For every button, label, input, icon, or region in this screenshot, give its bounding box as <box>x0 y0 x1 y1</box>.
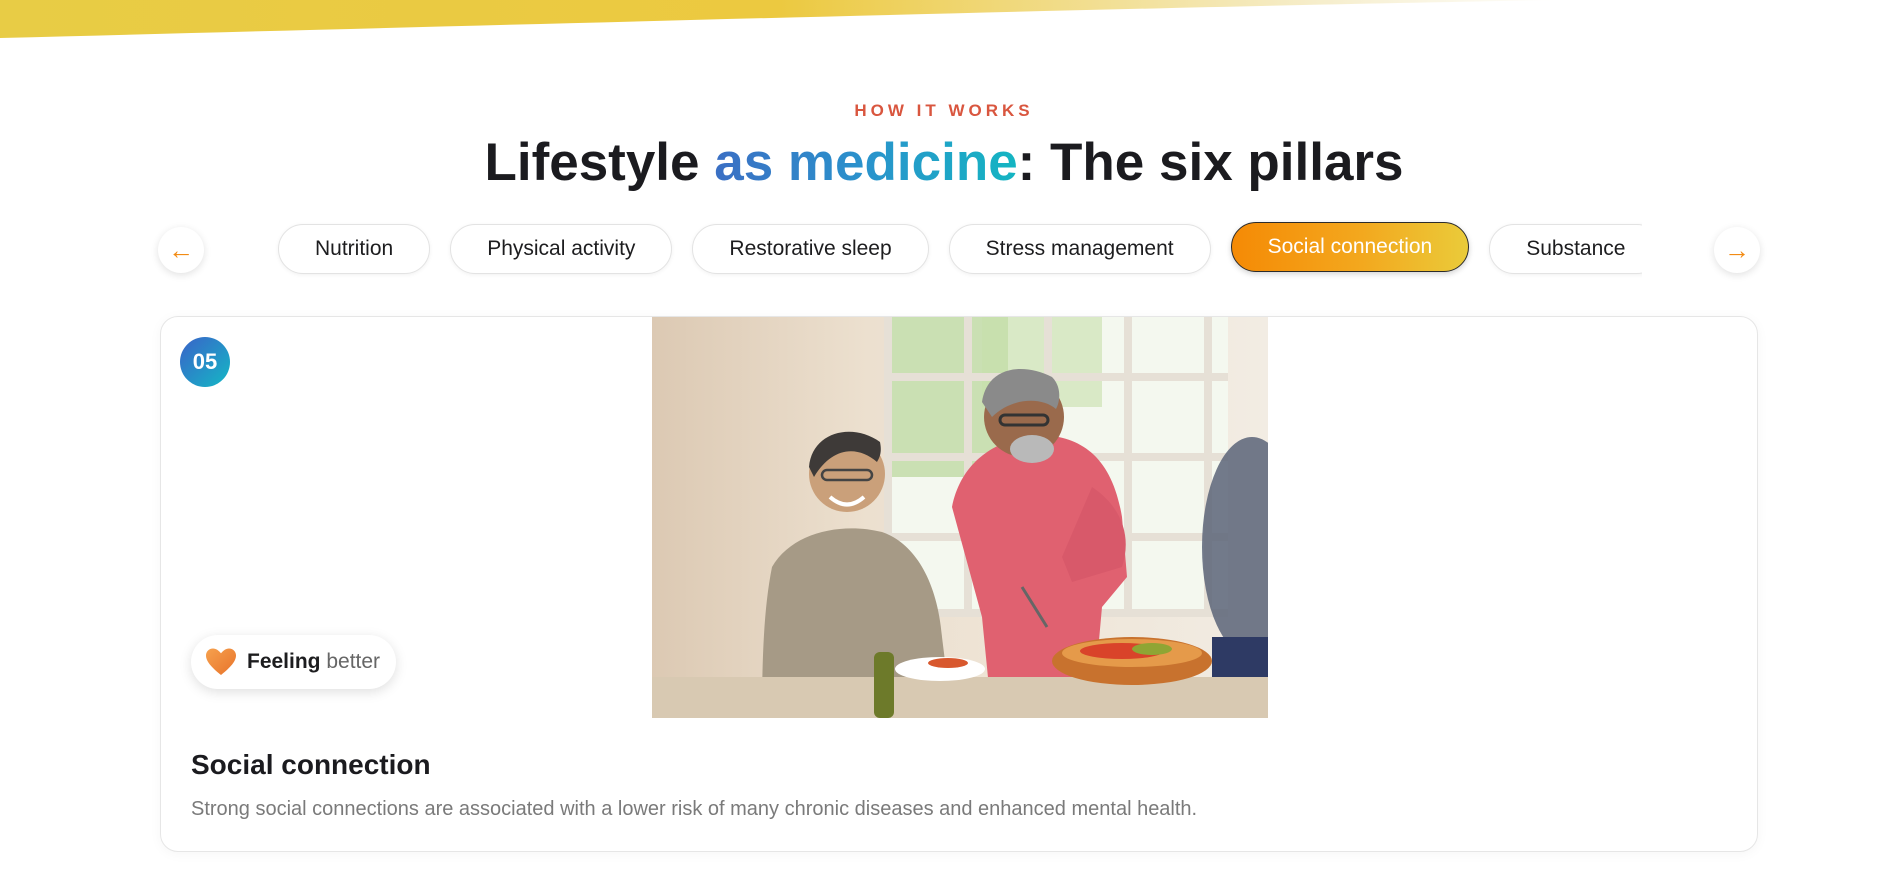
tab-physical-activity[interactable]: Physical activity <box>450 224 673 274</box>
next-arrow-button[interactable]: → <box>1714 227 1760 273</box>
top-decorative-swoosh <box>0 0 1560 38</box>
pillar-tabs: Nutrition Physical activity Restorative … <box>270 220 1642 278</box>
heading-suffix: : The six pillars <box>1017 133 1404 192</box>
prev-arrow-button[interactable]: ← <box>158 227 204 273</box>
section-heading: Lifestyle as medicine: The six pillars <box>0 130 1888 196</box>
arrow-left-icon: ← <box>168 234 194 265</box>
tab-substance[interactable]: Substance <box>1489 224 1642 274</box>
pillar-tabs-viewport: Nutrition Physical activity Restorative … <box>270 220 1642 280</box>
tab-social-connection[interactable]: Social connection <box>1230 222 1470 272</box>
card-description: Strong social connections are associated… <box>191 798 1198 820</box>
badge-strong-text: Feeling <box>247 650 321 673</box>
pillar-card: 05 Feeling better Social connection Stro… <box>160 316 1758 852</box>
badge-light-text: better <box>320 650 381 673</box>
social-connection-photo <box>652 317 1268 718</box>
heading-prefix: Lifestyle <box>484 133 715 192</box>
tab-restorative-sleep[interactable]: Restorative sleep <box>692 224 929 274</box>
pillar-number-badge: 05 <box>180 337 230 387</box>
badge-text: Feeling better <box>247 650 380 674</box>
heading-highlight: as medicine <box>714 133 1018 192</box>
arrow-right-icon: → <box>1724 234 1750 265</box>
tab-nutrition[interactable]: Nutrition <box>278 224 431 274</box>
section-eyebrow: HOW IT WORKS <box>854 101 1034 120</box>
tab-stress-management[interactable]: Stress management <box>948 224 1211 274</box>
heart-icon <box>206 648 236 675</box>
feeling-better-badge: Feeling better <box>191 635 397 689</box>
card-title: Social connection <box>191 749 431 780</box>
